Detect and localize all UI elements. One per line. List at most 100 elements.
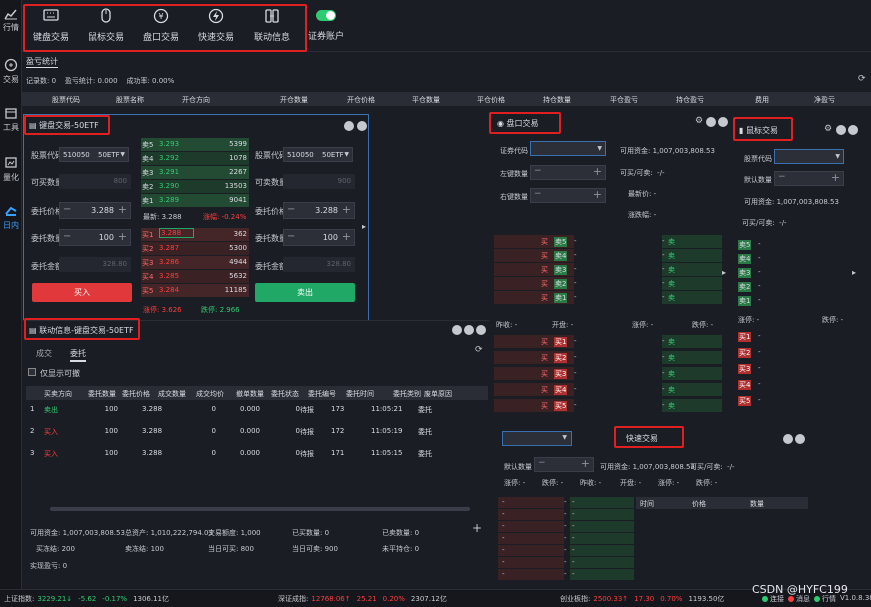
ask-row[interactable]: 卖5 3.293 5399 xyxy=(141,138,249,151)
minus-icon[interactable]: − xyxy=(534,189,542,199)
expand-arrow-icon[interactable]: ▸ xyxy=(852,268,856,277)
plus-icon[interactable]: + xyxy=(831,171,840,184)
minimize-icon[interactable] xyxy=(344,121,354,131)
expand-arrow-icon[interactable]: ▸ xyxy=(362,222,366,231)
toolbar-item-quick-trade[interactable]: 快速交易 xyxy=(191,8,241,46)
table-row[interactable]: 3 买入 100 3.288 0 0.000 0 待报 171 11:05:15 委托 xyxy=(26,445,488,463)
buy-action[interactable]: 买 xyxy=(541,353,548,363)
sidebar-item-quant[interactable]: 量化 xyxy=(0,156,22,188)
refresh-icon[interactable]: ⟳ xyxy=(475,345,483,355)
bid-row[interactable]: 买3- xyxy=(736,362,856,375)
minus-icon[interactable]: − xyxy=(287,231,295,242)
bid-row[interactable]: 买1- xyxy=(736,330,856,343)
buy-action[interactable]: 买 xyxy=(541,385,548,395)
sidebar-item-quotes[interactable]: 行情 xyxy=(0,8,22,40)
close-icon[interactable] xyxy=(718,117,728,127)
buy-button[interactable]: 买入 xyxy=(32,283,132,302)
price-stepper[interactable]: − 3.288 + xyxy=(283,202,355,219)
ask-row[interactable]: 买卖1- - 卖 xyxy=(494,291,726,304)
sell-action[interactable]: 卖 xyxy=(668,265,675,275)
buy-action[interactable]: 买 xyxy=(541,401,548,411)
bid-row[interactable]: 买买3- - 卖 xyxy=(494,367,726,380)
ask-row[interactable]: 卖4- xyxy=(736,252,856,265)
sidebar-item-intraday[interactable]: 日内 xyxy=(0,204,22,236)
close-icon[interactable] xyxy=(476,325,486,335)
minus-icon[interactable]: − xyxy=(63,231,71,242)
cancelable-only-checkbox[interactable] xyxy=(28,368,36,376)
settings-icon[interactable]: ⚙ xyxy=(824,124,832,134)
bid-row[interactable]: 买1 3.288 362 xyxy=(141,228,249,241)
settings-icon[interactable]: ⚙ xyxy=(695,116,703,126)
sell-action[interactable]: 卖 xyxy=(668,251,675,261)
bid-row[interactable]: 买买4- - 卖 xyxy=(494,383,726,396)
tab-deals[interactable]: 成交 xyxy=(36,348,52,359)
bid-row[interactable]: 买买1- - 卖 xyxy=(494,335,726,348)
minus-icon[interactable]: − xyxy=(63,204,71,215)
quantity-stepper[interactable]: − + xyxy=(530,188,606,203)
pk-code-select[interactable]: ▼ xyxy=(530,141,606,156)
ask-row[interactable]: 卖2 3.290 13503 xyxy=(141,180,249,193)
sidebar-item-tools[interactable]: 工具 xyxy=(0,106,22,138)
close-icon[interactable] xyxy=(848,125,858,135)
quick-trade-code-select[interactable]: ▼ xyxy=(502,431,572,446)
buy-action[interactable]: 买 xyxy=(541,237,548,247)
ask-row[interactable]: 买卖4- - 卖 xyxy=(494,249,726,262)
buy-action[interactable]: 买 xyxy=(541,251,548,261)
refresh-icon[interactable]: ⟳ xyxy=(858,74,866,84)
minus-icon[interactable]: − xyxy=(534,166,542,176)
sell-action[interactable]: 卖 xyxy=(668,401,675,411)
quantity-stepper[interactable]: − 100 + xyxy=(59,229,131,246)
sell-action[interactable]: 卖 xyxy=(668,337,675,347)
buy-action[interactable]: 买 xyxy=(541,369,548,379)
plus-icon[interactable]: + xyxy=(342,230,351,243)
table-row[interactable]: 2 买入 100 3.288 0 0.000 0 待报 172 11:05:19 委托 xyxy=(26,423,488,441)
ask-row[interactable]: 卖1- xyxy=(736,294,856,307)
ms-code-select[interactable]: ▼ xyxy=(774,149,844,164)
plus-icon[interactable]: + xyxy=(342,203,351,216)
plus-icon[interactable]: + xyxy=(118,203,127,216)
close-icon[interactable] xyxy=(795,434,805,444)
minimize-icon[interactable] xyxy=(783,434,793,444)
toolbar-item-mouse-trade[interactable]: 鼠标交易 xyxy=(81,8,131,46)
stock-code-select[interactable]: 510050 50ETF ▼ xyxy=(59,147,129,162)
bid-row[interactable]: 买4 3.285 5632 xyxy=(141,270,249,283)
sidebar-item-trade[interactable]: 交易 xyxy=(0,58,22,90)
sell-action[interactable]: 卖 xyxy=(668,369,675,379)
restore-icon[interactable] xyxy=(464,325,474,335)
sell-button[interactable]: 卖出 xyxy=(255,283,355,302)
bid-row[interactable]: 买买5- - 卖 xyxy=(494,399,726,412)
quantity-stepper[interactable]: − + xyxy=(530,165,606,180)
minus-icon[interactable]: − xyxy=(778,172,786,182)
plus-icon[interactable]: + xyxy=(118,230,127,243)
bid-row[interactable]: 买5- xyxy=(736,394,856,407)
minimize-icon[interactable] xyxy=(706,117,716,127)
toolbar-item-order-book-trade[interactable]: ¥ 盘口交易 xyxy=(136,8,186,46)
sell-action[interactable]: 卖 xyxy=(668,237,675,247)
minimize-icon[interactable] xyxy=(452,325,462,335)
bid-row[interactable]: 买2 3.287 5300 xyxy=(141,242,249,255)
sell-action[interactable]: 卖 xyxy=(668,385,675,395)
price-stepper[interactable]: − 3.288 + xyxy=(59,202,131,219)
expand-arrow-icon[interactable]: ▸ xyxy=(722,268,726,277)
plus-icon[interactable]: + xyxy=(593,188,602,201)
quantity-stepper[interactable]: − + xyxy=(774,171,844,186)
sell-action[interactable]: 卖 xyxy=(668,279,675,289)
table-row[interactable]: 1 卖出 100 3.288 0 0.000 0 待报 173 11:05:21 委托 xyxy=(26,401,488,419)
minimize-icon[interactable] xyxy=(836,125,846,135)
ask-row[interactable]: 买卖5- - 卖 xyxy=(494,235,726,248)
minus-icon[interactable]: − xyxy=(538,458,546,468)
ask-row[interactable]: 卖3 3.291 2267 xyxy=(141,166,249,179)
quantity-stepper[interactable]: − 100 + xyxy=(283,229,355,246)
bid-row[interactable]: 买4- xyxy=(736,378,856,391)
buy-action[interactable]: 买 xyxy=(541,265,548,275)
quantity-stepper[interactable]: − + xyxy=(534,457,594,472)
sell-action[interactable]: 卖 xyxy=(668,353,675,363)
plus-icon[interactable]: + xyxy=(581,457,590,470)
buy-action[interactable]: 买 xyxy=(541,279,548,289)
plus-icon[interactable]: + xyxy=(593,165,602,178)
toolbar-item-securities-account[interactable]: 证券账户 xyxy=(303,8,349,46)
minus-icon[interactable]: − xyxy=(287,204,295,215)
bid-row[interactable]: 买5 3.284 11185 xyxy=(141,284,249,297)
horizontal-scrollbar[interactable] xyxy=(50,507,470,511)
toggle-icon[interactable] xyxy=(316,10,336,21)
